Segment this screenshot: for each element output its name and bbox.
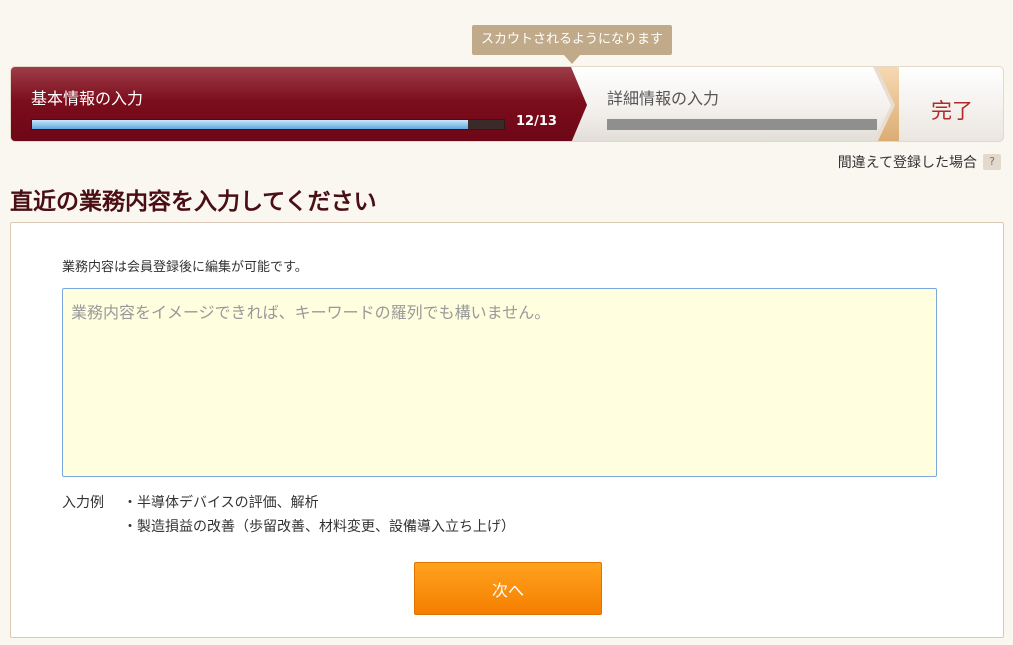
scout-tooltip-text: スカウトされるようになります (480, 32, 663, 47)
edit-note: 業務内容は会員登録後に編集が可能です。 (62, 260, 308, 275)
example-label: 入力例 (62, 495, 104, 511)
step-detail-progress-bar (607, 119, 877, 130)
example-item: ・半導体デバイスの評価、解析 (123, 495, 319, 511)
mistake-registration-link[interactable]: 間違えて登録した場合 ? (838, 152, 1001, 172)
step-detail-label: 詳細情報の入力 (607, 89, 720, 108)
step-basic-progress-bar (31, 119, 505, 130)
step-basic-progress-count: 12/13 (516, 114, 557, 129)
next-button[interactable]: 次へ (414, 562, 602, 615)
mistake-registration-label: 間違えて登録した場合 (837, 155, 977, 171)
step-done-label: 完了 (931, 99, 973, 123)
scout-tooltip: スカウトされるようになります (472, 25, 672, 64)
page-title: 直近の業務内容を入力してください (10, 189, 377, 215)
registration-progress-steps: 基本情報の入力 12/13 詳細情報の入力 完了 (10, 66, 1004, 142)
step-basic-label: 基本情報の入力 (31, 89, 144, 108)
job-description-input[interactable] (62, 288, 937, 477)
help-icon[interactable]: ? (983, 154, 1001, 170)
step-basic-progress-fill (32, 120, 468, 129)
job-description-panel: 業務内容は会員登録後に編集が可能です。 入力例 ・半導体デバイスの評価、解析 ・… (10, 222, 1004, 638)
example-item: ・製造損益の改善（歩留改善、材料変更、設備導入立ち上げ） (123, 519, 515, 535)
